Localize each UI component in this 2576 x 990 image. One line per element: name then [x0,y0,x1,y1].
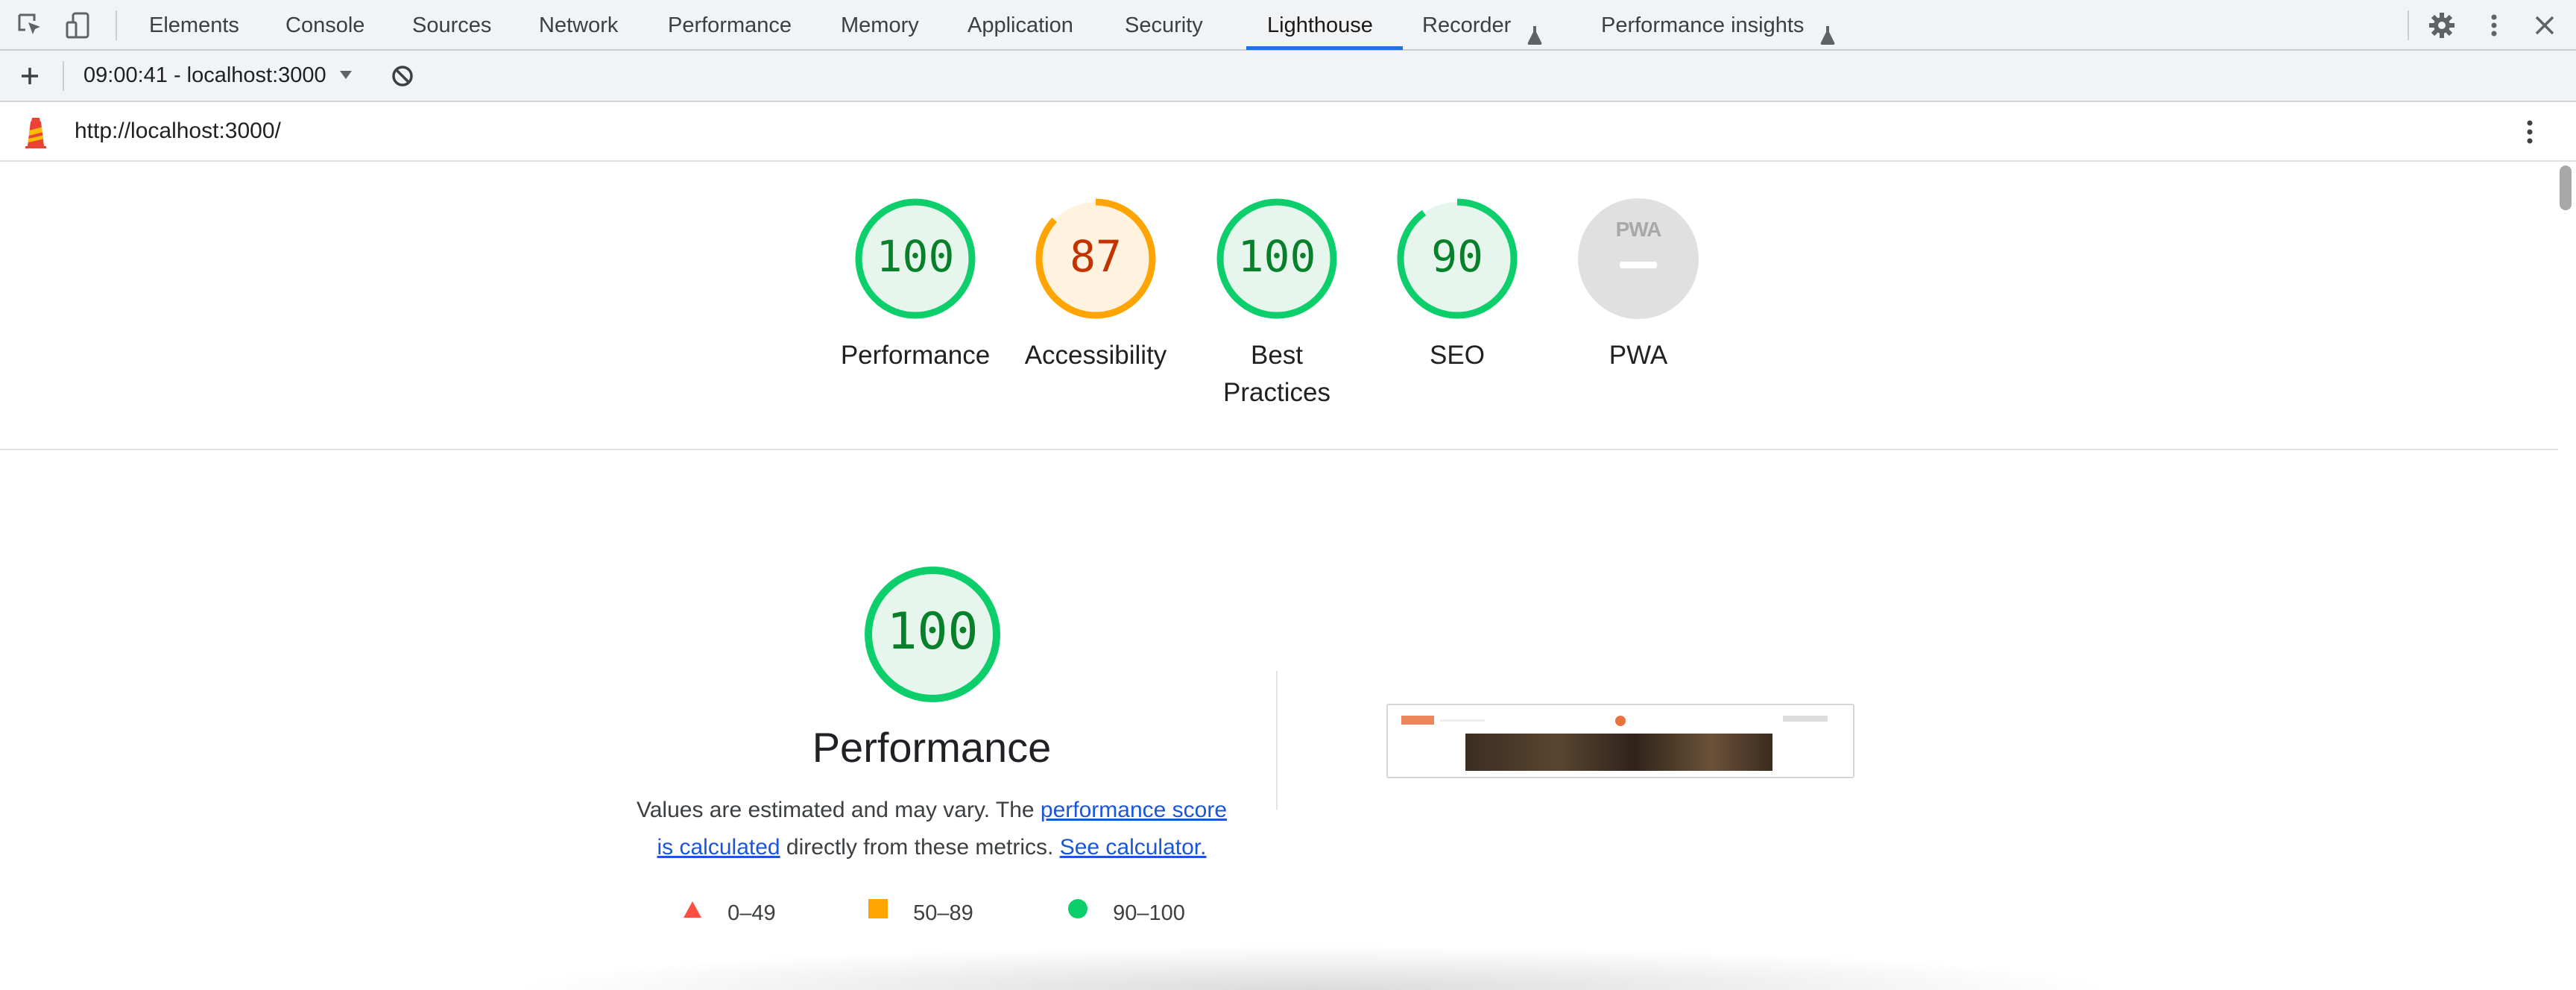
more-vertical-icon[interactable] [2515,117,2545,147]
description-text: directly from these metrics. [780,835,1060,860]
plus-icon[interactable] [15,61,45,91]
chevron-down-icon [338,49,353,99]
pwa-dash [1620,262,1657,268]
report-select-label: 09:00:41 - localhost:3000 [83,63,326,87]
gauge-best-practices[interactable]: 100 [1216,198,1337,319]
active-tab-indicator [1246,46,1403,50]
tab-bar-divider [116,10,117,40]
tab-label: Elements [149,13,239,37]
thumbnail-logo-mark [1401,716,1434,725]
see-calculator-link[interactable]: See calculator. [1060,835,1207,860]
circle-icon [1068,897,1087,927]
gauge-fill [1578,198,1699,319]
tab-memory[interactable]: Memory [841,0,919,49]
gauge-pwa[interactable]: PWA [1578,198,1699,319]
gauge-score: 87 [1070,231,1122,282]
pwa-badge-text: PWA [1615,218,1662,241]
tab-label: Lighthouse [1267,13,1373,37]
tab-label: Performance insights [1601,13,1805,37]
tab-recorder[interactable]: Recorder [1422,0,1544,49]
lighthouse-toolbar: 09:00:41 - localhost:3000 [0,51,2576,102]
thumbnail-header-icons [1783,716,1828,722]
tab-elements[interactable]: Elements [149,0,239,49]
square-icon [868,897,888,927]
bottom-shadow [507,945,2117,990]
gauge-score: 90 [1431,231,1483,282]
tab-security[interactable]: Security [1125,0,1203,49]
description-text: Values are estimated and may vary. The [636,798,1041,822]
legend-average: 50–89 [868,898,973,929]
devtools-tab-bar: Elements Console Sources Network Perform… [0,0,2576,51]
tab-label: Network [539,13,619,37]
performance-main-gauge: 100 [865,567,1000,702]
section-vertical-divider [1276,671,1278,810]
tab-performance[interactable]: Performance [668,0,792,49]
section-divider [0,449,2558,450]
scrollbar-thumb[interactable] [2560,165,2572,210]
thumbnail-hero-image [1465,734,1772,771]
gauge-performance[interactable]: 100 [855,198,976,319]
toolbar-divider [63,61,64,91]
gauge-label: PWA [1609,341,1668,370]
performance-description: Values are estimated and may vary. The p… [626,792,1237,866]
tab-lighthouse[interactable]: Lighthouse [1267,0,1373,49]
tab-label: Memory [841,13,919,37]
tab-sources[interactable]: Sources [412,0,491,49]
gauge-score: 100 [886,602,979,661]
flask-icon [1526,13,1544,45]
scrollbar-track[interactable] [2558,162,2576,983]
gauge-score: 100 [876,231,955,282]
legend-pass: 90–100 [1068,898,1185,929]
tab-label: Security [1125,13,1203,37]
gauge-label-line: Best [1250,341,1304,370]
close-icon[interactable] [2530,10,2560,40]
tab-label: Console [285,13,365,37]
legend-range: 0–49 [727,901,776,925]
performance-title: Performance [812,724,1052,771]
tab-console[interactable]: Console [285,0,364,49]
inspect-element-icon[interactable] [15,10,45,40]
thumbnail-nav-line [1440,719,1485,722]
tab-label: Sources [412,13,492,37]
report-url[interactable]: http://localhost:3000/ [75,102,281,160]
gauge-seo[interactable]: 90 [1397,198,1518,319]
tab-performance-insights[interactable]: Performance insights [1601,0,1837,49]
gear-icon[interactable] [2427,10,2457,40]
legend-range: 50–89 [913,901,973,925]
legend-fail: 0–49 [683,898,776,929]
report-url-bar: http://localhost:3000/ [0,102,2576,162]
tab-label: Performance [668,13,792,37]
clear-icon[interactable] [388,61,417,91]
flask-icon [1819,13,1837,45]
gauge-label-line: Practices [1223,378,1330,407]
tab-label: Recorder [1422,13,1512,37]
thumbnail-dot [1615,716,1626,726]
tab-network[interactable]: Network [539,0,618,49]
legend-range: 90–100 [1113,901,1185,925]
gauge-accessibility[interactable]: 87 [1035,198,1156,319]
final-screenshot-thumbnail[interactable] [1386,704,1854,778]
tab-application[interactable]: Application [967,0,1073,49]
device-toolbar-icon[interactable] [64,10,94,40]
report-select[interactable]: 09:00:41 - localhost:3000 [83,51,353,101]
triangle-icon [683,897,702,927]
more-vertical-icon[interactable] [2479,10,2509,40]
lighthouse-logo-icon [21,115,51,149]
tab-label: Application [967,13,1073,37]
gauge-score: 100 [1237,231,1316,282]
tab-bar-divider [2408,10,2409,40]
